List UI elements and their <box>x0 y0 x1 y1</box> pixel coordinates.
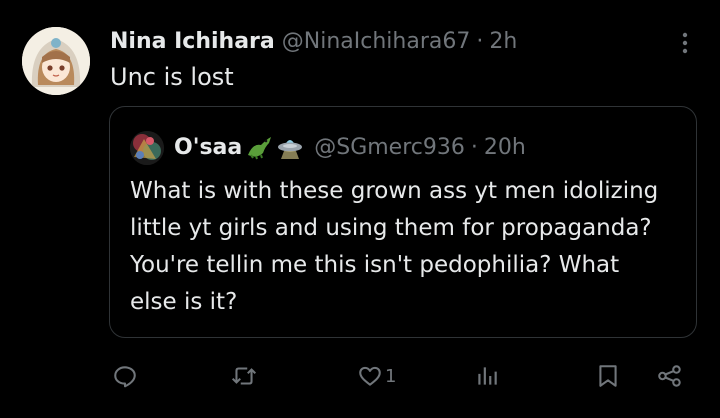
author-avatar[interactable] <box>22 27 90 95</box>
share-icon <box>658 365 681 387</box>
quoted-author-avatar[interactable] <box>130 131 164 165</box>
repost-icon <box>231 367 257 385</box>
ufo-emoji-icon <box>276 133 304 161</box>
author-name[interactable]: Nina Ichihara <box>110 29 275 54</box>
heart-icon <box>359 366 381 386</box>
more-options-button[interactable] <box>674 30 696 56</box>
quoted-tweet[interactable]: O'saa @SGmerc936 · 20h What is with thes… <box>109 106 697 338</box>
repost-button[interactable] <box>230 356 258 396</box>
author-handle[interactable]: @NinaIchihara67 <box>282 29 471 54</box>
tweet-text: Unc is lost <box>110 63 234 91</box>
reply-icon <box>114 366 136 388</box>
crocodile-emoji-icon <box>245 133 273 161</box>
quoted-author-handle[interactable]: @SGmerc936 <box>314 135 465 160</box>
separator-dot: · <box>476 28 484 54</box>
views-button[interactable] <box>474 356 500 396</box>
bookmark-icon <box>599 365 617 387</box>
bookmark-button[interactable] <box>596 356 620 396</box>
more-icon <box>682 32 688 54</box>
quoted-tweet-time[interactable]: 20h <box>484 135 526 160</box>
views-icon <box>478 367 497 385</box>
quoted-header: O'saa @SGmerc936 · 20h <box>174 129 526 165</box>
quoted-tweet-text: What is with these grown ass yt men idol… <box>130 178 659 315</box>
abstract-art-avatar-icon <box>130 131 164 165</box>
tweet-header: Nina Ichihara @NinaIchihara67 · 2h <box>110 26 517 56</box>
like-count: 1 <box>385 365 397 387</box>
quoted-author-name[interactable]: O'saa <box>174 135 242 160</box>
share-button[interactable] <box>656 356 684 396</box>
anime-girl-avatar-icon <box>22 27 90 95</box>
reply-button[interactable] <box>112 356 138 396</box>
quoted-separator-dot: · <box>470 134 478 160</box>
action-bar: 1 <box>0 356 720 396</box>
like-button[interactable]: 1 <box>357 356 396 396</box>
tweet-time[interactable]: 2h <box>489 29 517 54</box>
